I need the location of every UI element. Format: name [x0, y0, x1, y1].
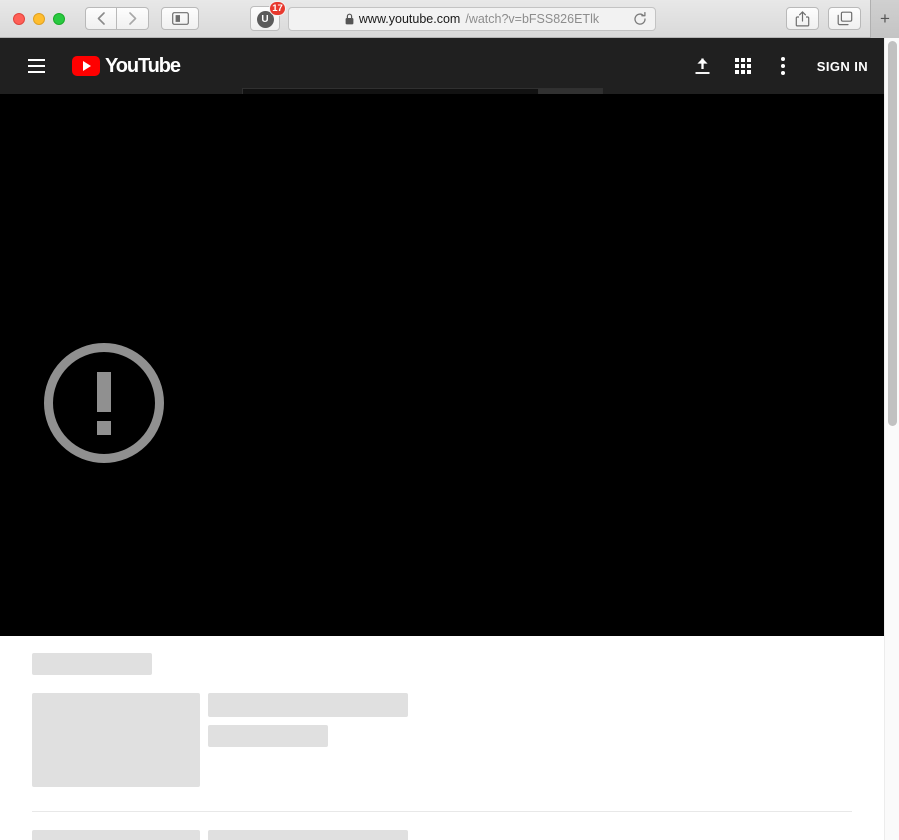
content-divider	[32, 811, 852, 812]
exclamation-dot	[97, 420, 111, 435]
hamburger-icon-line	[27, 65, 45, 67]
address-bar[interactable]: www.youtube.com/watch?v=bFSS826ETlk	[288, 6, 656, 31]
grid-dot	[734, 58, 739, 62]
hamburger-icon-line	[27, 59, 45, 61]
guide-menu-button[interactable]	[16, 46, 56, 86]
menu-dot	[780, 71, 785, 75]
youtube-logo-text: YouTube	[105, 54, 181, 77]
share-icon	[795, 10, 810, 26]
skeleton-section-title	[32, 653, 152, 675]
lock-icon	[345, 13, 354, 24]
ublock-badge-count: 17	[269, 1, 286, 16]
youtube-play-icon	[72, 56, 100, 76]
grid-dot	[740, 70, 745, 74]
tab-overview-icon	[837, 11, 852, 26]
more-vert-icon	[780, 57, 785, 75]
grid-dot	[734, 64, 739, 68]
exclamation-bar	[97, 371, 111, 412]
youtube-apps-button[interactable]	[723, 46, 763, 86]
play-triangle-icon	[83, 61, 91, 71]
chevron-left-icon	[97, 12, 105, 25]
grid-dot	[740, 64, 745, 68]
skeleton-metadata	[208, 830, 408, 840]
reload-icon	[634, 11, 646, 25]
grid-dot	[746, 64, 751, 68]
url-host: www.youtube.com	[358, 11, 461, 26]
skeleton-title-line	[208, 830, 408, 840]
hamburger-icon-line	[27, 71, 45, 73]
back-button[interactable]	[85, 7, 117, 30]
masthead-actions: SIGN IN	[683, 38, 874, 94]
tab-overview-button[interactable]	[828, 7, 861, 30]
skeleton-subtitle-line	[208, 725, 328, 747]
page-viewport: YouTube Search SIGN IN	[0, 38, 884, 840]
menu-dot	[780, 64, 785, 68]
url-text: www.youtube.com/watch?v=bFSS826ETlk	[345, 12, 599, 26]
page-scrollbar[interactable]	[884, 38, 899, 840]
new-tab-button[interactable]: +	[870, 0, 899, 38]
sidebar-toggle-button[interactable]	[161, 7, 199, 30]
skeleton-metadata	[208, 693, 408, 787]
grid-dot	[740, 58, 745, 62]
grid-dot	[746, 70, 751, 74]
sidebar-icon	[171, 12, 189, 25]
upload-button[interactable]	[683, 46, 723, 86]
scrollbar-thumb[interactable]	[888, 41, 897, 426]
navigation-buttons	[85, 7, 149, 30]
forward-button[interactable]	[117, 7, 149, 30]
exclamation-mark	[97, 371, 111, 435]
grid-dot	[734, 70, 739, 74]
close-window-button[interactable]	[13, 12, 25, 25]
youtube-logo[interactable]: YouTube	[72, 54, 181, 78]
share-button[interactable]	[786, 7, 819, 30]
maximize-window-button[interactable]	[53, 12, 65, 25]
upload-icon	[695, 57, 710, 74]
skeleton-related-item	[32, 830, 884, 840]
alert-exclamation-circle-icon	[44, 343, 164, 463]
video-player[interactable]	[0, 94, 884, 636]
grid-dot	[746, 58, 751, 62]
chevron-right-icon	[128, 12, 136, 25]
toolbar-right-actions: +	[786, 0, 899, 38]
window-controls	[13, 12, 65, 25]
minimize-window-button[interactable]	[33, 12, 45, 25]
menu-dot	[780, 57, 785, 61]
browser-toolbar: U 17 www.youtube.com/watch?v=bFSS826ETlk	[0, 0, 899, 38]
skeleton-thumbnail	[32, 693, 200, 787]
skeleton-title-line	[208, 693, 408, 717]
url-path: /watch?v=bFSS826ETlk	[465, 11, 600, 26]
skeleton-related-item	[32, 693, 884, 787]
skeleton-thumbnail	[32, 830, 200, 840]
settings-menu-button[interactable]	[763, 46, 803, 86]
apps-grid-icon	[734, 58, 751, 74]
sign-in-button[interactable]: SIGN IN	[817, 59, 868, 74]
youtube-masthead: YouTube Search SIGN IN	[0, 38, 884, 119]
reload-button[interactable]	[633, 11, 647, 26]
page-content-skeleton	[0, 653, 884, 840]
ublock-origin-extension-button[interactable]: U 17	[250, 1, 286, 31]
